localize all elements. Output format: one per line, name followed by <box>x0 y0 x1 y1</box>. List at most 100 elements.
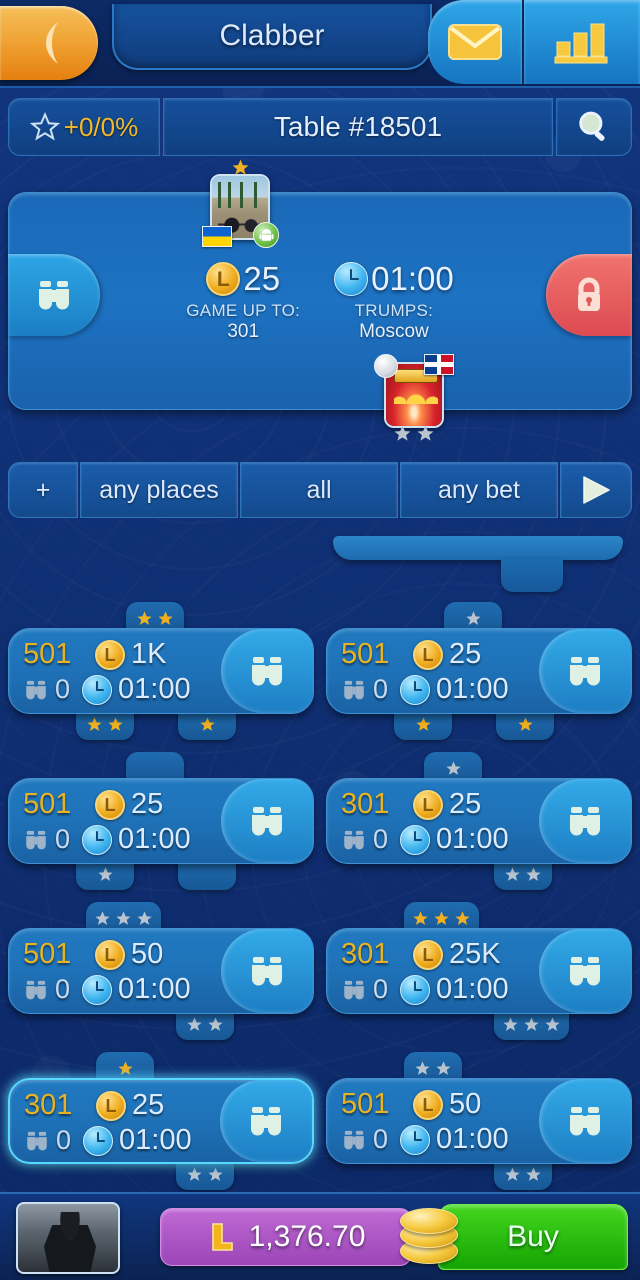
table-card[interactable]: 501 L 25 0 01:00 <box>8 752 314 890</box>
featured-player-bottom-stars <box>384 424 444 448</box>
partial-scrolled-table-card[interactable] <box>333 536 623 592</box>
star-icon <box>116 910 131 925</box>
table-watch-button[interactable] <box>221 929 313 1013</box>
table-watch-button[interactable] <box>220 1080 312 1162</box>
table-card-body[interactable]: 301 L 25K 0 01:00 <box>326 928 632 1014</box>
buy-button[interactable]: Buy <box>438 1204 628 1270</box>
star-icon <box>436 1060 451 1075</box>
featured-player-top[interactable] <box>202 159 279 248</box>
clock-icon <box>83 1125 114 1156</box>
mail-envelope-icon <box>448 24 502 60</box>
binoculars-icon <box>570 957 600 986</box>
table-watch-button[interactable] <box>539 1079 631 1163</box>
table-card-body[interactable]: 501 L 50 0 01:00 <box>8 928 314 1014</box>
featured-player-bottom[interactable] <box>374 354 454 441</box>
table-time: 01:00 <box>118 673 191 705</box>
add-table-button[interactable]: + <box>8 462 78 518</box>
favorite-rating-button[interactable]: +0/0% <box>8 98 160 156</box>
star-icon <box>413 910 428 925</box>
play-button[interactable] <box>560 462 632 518</box>
table-goal: 501 <box>23 638 72 670</box>
table-time: 01:00 <box>436 673 509 705</box>
table-card[interactable]: 501 L 50 0 01:00 <box>8 902 314 1040</box>
table-card[interactable]: 301 L 25 0 01:00 <box>8 1052 314 1190</box>
table-number-label: Table #18501 <box>273 111 443 142</box>
featured-watch-button[interactable] <box>8 254 100 336</box>
table-spectators: 0 <box>373 824 389 854</box>
back-button[interactable] <box>0 6 98 80</box>
table-row: 301 L 25 0 01:00 501 L 50 0 01:00 <box>0 1050 640 1200</box>
table-card[interactable]: 501 L 25 0 01:00 <box>326 602 632 740</box>
star-icon <box>455 910 470 925</box>
table-card-info: 501 L 25 0 01:00 <box>341 637 541 707</box>
search-magnifier-icon <box>579 111 605 141</box>
table-card-body[interactable]: 501 L 25 0 01:00 <box>8 778 314 864</box>
star-icon <box>517 716 533 731</box>
star-icon <box>445 760 461 775</box>
table-card[interactable]: 501 L 1K 0 01:00 <box>8 602 314 740</box>
table-time: 01:00 <box>436 823 509 855</box>
table-card-body[interactable]: 501 L 1K 0 01:00 <box>8 628 314 714</box>
play-triangle-icon <box>583 476 610 504</box>
balance-amount: 1,376.70 <box>248 1220 366 1253</box>
search-button[interactable] <box>556 98 632 156</box>
table-card[interactable]: 501 L 50 0 01:00 <box>326 1052 632 1190</box>
stats-button[interactable] <box>524 0 640 84</box>
featured-table-card[interactable]: L 25 GAME UP TO: 301 01:00 TRUMPS: Mosco… <box>8 159 632 441</box>
table-card[interactable]: 301 L 25 0 01:00 <box>326 752 632 890</box>
table-bet: 50 <box>131 938 164 970</box>
table-watch-button[interactable] <box>539 779 631 863</box>
table-card-info: 301 L 25 0 01:00 <box>341 787 541 857</box>
table-spectators: 0 <box>56 1125 72 1155</box>
user-avatar[interactable] <box>16 1202 120 1274</box>
clock-icon <box>400 1124 431 1155</box>
page-title: Clabber <box>219 19 325 52</box>
table-card-body[interactable]: 301 L 25 0 01:00 <box>8 1078 314 1164</box>
star-icon <box>108 716 123 731</box>
table-card-body[interactable]: 501 L 50 0 01:00 <box>326 1078 632 1164</box>
table-row: 501 L 50 0 01:00 301 L 25K 0 01:00 <box>0 900 640 1050</box>
featured-time-value: 01:00 <box>371 260 454 297</box>
gold-coin-icon: L <box>413 639 443 670</box>
table-spectators: 0 <box>373 974 389 1004</box>
binoculars-icon <box>39 281 69 310</box>
binoculars-icon <box>26 830 46 849</box>
table-card-body[interactable]: 501 L 25 0 01:00 <box>326 628 632 714</box>
table-bet: 25 <box>449 638 482 670</box>
table-spectators: 0 <box>373 1124 389 1154</box>
star-icon <box>415 716 431 731</box>
table-bet: 25 <box>449 788 482 820</box>
clock-icon <box>400 974 431 1005</box>
mail-button[interactable] <box>428 0 524 84</box>
table-goal: 301 <box>24 1089 73 1121</box>
featured-bet-value: 25 <box>243 260 281 297</box>
L-coin-icon <box>211 1223 233 1251</box>
table-goal: 501 <box>341 1088 390 1120</box>
bar-chart-icon <box>554 23 608 64</box>
bottom-bar: 1,376.70 Buy <box>0 1192 640 1280</box>
table-watch-button[interactable] <box>221 779 313 863</box>
table-goal: 501 <box>341 638 390 670</box>
table-watch-button[interactable] <box>539 929 631 1013</box>
filter-all-button[interactable]: all <box>240 462 398 518</box>
star-icon <box>415 1060 430 1075</box>
partial-card-seat <box>501 558 563 592</box>
star-icon <box>137 910 152 925</box>
table-watch-button[interactable] <box>221 629 313 713</box>
trumps-value: Moscow <box>359 321 429 342</box>
table-card[interactable]: 301 L 25K 0 01:00 <box>326 902 632 1040</box>
table-number-field[interactable]: Table #18501 <box>163 98 553 156</box>
featured-lock-button[interactable] <box>546 254 632 336</box>
gold-coin-icon: L <box>413 1089 443 1120</box>
filter-bar: + any places all any bet <box>8 462 632 518</box>
table-watch-button[interactable] <box>539 629 631 713</box>
star-icon <box>187 1166 202 1181</box>
android-icon <box>253 222 279 248</box>
balance-pill[interactable]: 1,376.70 <box>160 1208 412 1266</box>
star-icon <box>117 1060 133 1075</box>
table-card-body[interactable]: 301 L 25 0 01:00 <box>326 778 632 864</box>
filter-bet-button[interactable]: any bet <box>400 462 558 518</box>
gold-coin-icon: L <box>95 789 125 820</box>
top-bar: Clabber <box>0 0 640 88</box>
filter-places-button[interactable]: any places <box>80 462 238 518</box>
